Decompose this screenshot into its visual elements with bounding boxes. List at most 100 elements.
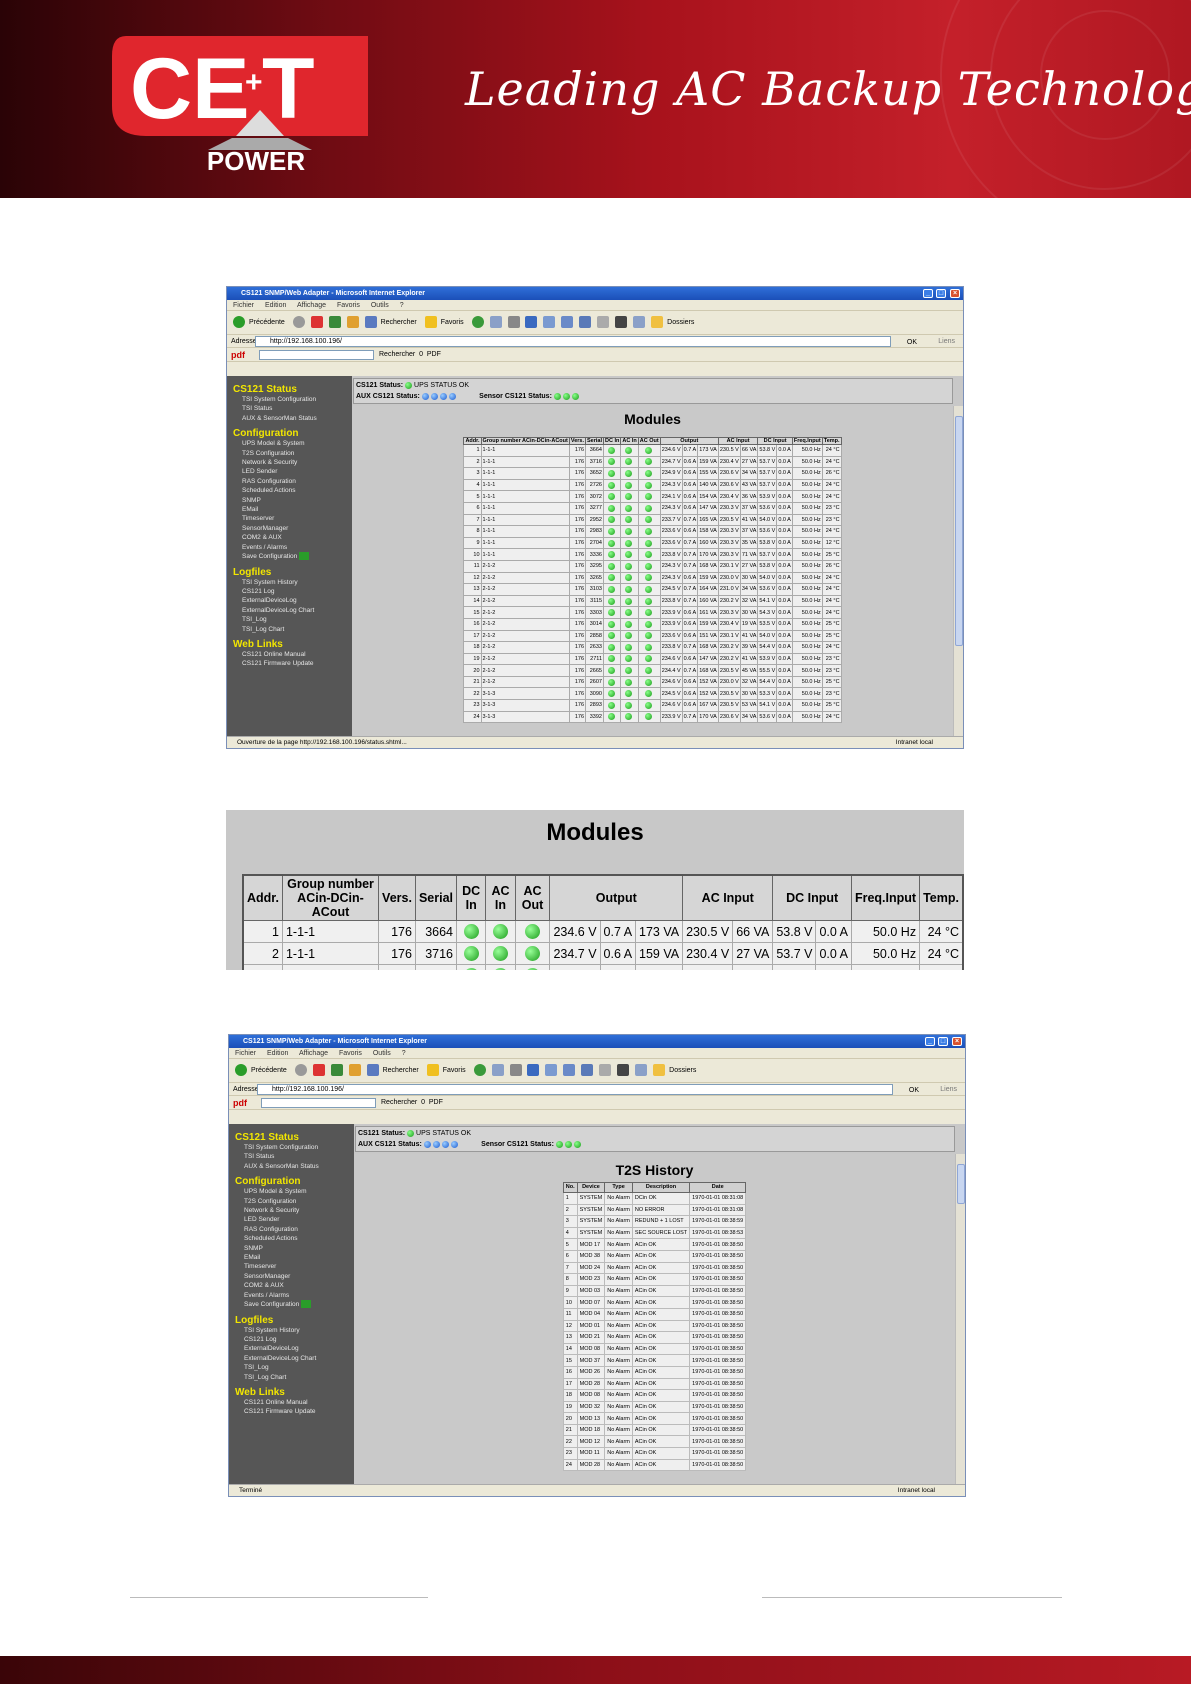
home-icon[interactable] — [348, 1064, 361, 1077]
scroll-thumb[interactable] — [957, 1164, 965, 1204]
menu-outils[interactable]: Outils — [373, 1050, 391, 1057]
sidebar-item-save[interactable]: Save Configuration — [229, 1300, 354, 1309]
cut-icon[interactable] — [615, 316, 628, 329]
sidebar-item[interactable]: T2S Configuration — [229, 1197, 354, 1206]
sidebar-item[interactable]: TSI_Log Chart — [227, 625, 352, 634]
stop-icon[interactable] — [310, 316, 323, 329]
home-icon[interactable] — [346, 316, 359, 329]
sidebar-item[interactable]: TSI System History — [229, 1326, 354, 1335]
history-icon[interactable] — [471, 316, 484, 329]
paste-icon[interactable] — [599, 1064, 612, 1077]
copy-icon[interactable] — [543, 316, 556, 329]
edit-icon[interactable] — [563, 1064, 576, 1077]
window-icon[interactable] — [633, 316, 646, 329]
pdf-search-button[interactable]: Rechercher — [379, 351, 415, 358]
sidebar-item[interactable]: TSI Status — [227, 404, 352, 413]
favorites-button[interactable]: Favoris — [443, 1067, 466, 1074]
pdf-search-button[interactable]: Rechercher — [381, 1099, 417, 1106]
search-icon[interactable] — [366, 1064, 379, 1077]
sidebar-item[interactable]: Timeserver — [229, 1262, 354, 1271]
close-button[interactable]: × — [950, 289, 960, 298]
address-input[interactable]: http://192.168.100.196/ — [257, 1084, 893, 1095]
links-button[interactable]: Liens — [940, 1083, 957, 1096]
sidebar-item[interactable]: Events / Alarms — [227, 543, 352, 552]
sidebar-item[interactable]: CS121 Firmware Update — [229, 1407, 354, 1416]
sidebar-item[interactable]: LED Sender — [227, 467, 352, 476]
favorites-icon[interactable] — [426, 1064, 439, 1077]
pdf-button[interactable]: PDF — [427, 351, 441, 358]
menu-edition[interactable]: Edition — [265, 302, 286, 309]
sidebar-item[interactable]: Network & Security — [229, 1206, 354, 1215]
sidebar-item[interactable]: TSI_Log Chart — [229, 1373, 354, 1382]
sidebar-item[interactable]: Timeserver — [227, 514, 352, 523]
print-icon[interactable] — [507, 316, 520, 329]
scroll-thumb[interactable] — [955, 416, 963, 646]
minimize-button[interactable]: _ — [923, 289, 933, 298]
print-icon[interactable] — [509, 1064, 522, 1077]
pdf-search-input[interactable] — [261, 1098, 376, 1108]
tool-icon[interactable] — [581, 1064, 594, 1077]
forward-icon[interactable] — [294, 1064, 307, 1077]
sidebar-item[interactable]: LED Sender — [229, 1215, 354, 1224]
sidebar-item[interactable]: CS121 Log — [227, 587, 352, 596]
favorites-button[interactable]: Favoris — [441, 319, 464, 326]
sidebar-item[interactable]: Network & Security — [227, 458, 352, 467]
back-icon[interactable] — [233, 316, 245, 329]
menu-fichier[interactable]: Fichier — [235, 1050, 256, 1057]
pdf-button[interactable]: PDF — [429, 1099, 443, 1106]
sidebar-item[interactable]: Events / Alarms — [229, 1291, 354, 1300]
sidebar-item[interactable]: SensorManager — [229, 1272, 354, 1281]
sidebar-item[interactable]: AUX & SensorMan Status — [229, 1162, 354, 1171]
sidebar-item[interactable]: SNMP — [227, 496, 352, 505]
refresh-icon[interactable] — [328, 316, 341, 329]
menu-affichage[interactable]: Affichage — [299, 1050, 328, 1057]
links-button[interactable]: Liens — [938, 335, 955, 348]
refresh-icon[interactable] — [330, 1064, 343, 1077]
favorites-icon[interactable] — [424, 316, 437, 329]
sidebar-item[interactable]: SensorManager — [227, 524, 352, 533]
pdf-search-input[interactable] — [259, 350, 374, 360]
save-icon[interactable] — [301, 1300, 312, 1309]
stop-icon[interactable] — [312, 1064, 325, 1077]
folders-button[interactable]: Dossiers — [669, 1067, 696, 1074]
sidebar-item[interactable]: UPS Model & System — [229, 1187, 354, 1196]
sidebar-item[interactable]: TSI Status — [229, 1152, 354, 1161]
search-button[interactable]: Rechercher — [383, 1067, 419, 1074]
window-icon[interactable] — [635, 1064, 648, 1077]
sidebar-item[interactable]: ExternalDeviceLog Chart — [227, 606, 352, 615]
sidebar-item[interactable]: CS121 Online Manual — [229, 1398, 354, 1407]
mail-icon[interactable] — [489, 316, 502, 329]
sidebar-item[interactable]: TSI System Configuration — [227, 395, 352, 404]
back-icon[interactable] — [235, 1064, 247, 1077]
sidebar-item[interactable]: RAS Configuration — [229, 1225, 354, 1234]
sidebar-item[interactable]: ExternalDeviceLog — [229, 1344, 354, 1353]
sidebar-item[interactable]: TSI_Log — [229, 1363, 354, 1372]
forward-icon[interactable] — [292, 316, 305, 329]
save-icon[interactable] — [299, 552, 310, 561]
sidebar-item[interactable]: CS121 Log — [229, 1335, 354, 1344]
sidebar-item[interactable]: SNMP — [229, 1244, 354, 1253]
folders-button[interactable]: Dossiers — [667, 319, 694, 326]
cut-icon[interactable] — [617, 1064, 630, 1077]
sidebar-item[interactable]: TSI_Log — [227, 615, 352, 624]
sidebar-item[interactable]: EMail — [227, 505, 352, 514]
sidebar-item[interactable]: Scheduled Actions — [229, 1234, 354, 1243]
back-button[interactable]: Précédente — [251, 1067, 287, 1074]
sidebar-item[interactable]: TSI System Configuration — [229, 1143, 354, 1152]
back-button[interactable]: Précédente — [249, 319, 285, 326]
sidebar-item[interactable]: COM2 & AUX — [227, 533, 352, 542]
menu-outils[interactable]: Outils — [371, 302, 389, 309]
folders-icon[interactable] — [651, 316, 664, 329]
sidebar-item[interactable]: ExternalDeviceLog Chart — [229, 1354, 354, 1363]
tool-icon[interactable] — [579, 316, 592, 329]
copy-icon[interactable] — [545, 1064, 558, 1077]
sidebar-item[interactable]: Scheduled Actions — [227, 486, 352, 495]
close-button[interactable]: × — [952, 1037, 962, 1046]
menu-help[interactable]: ? — [402, 1050, 406, 1057]
font-icon[interactable] — [527, 1064, 540, 1077]
sidebar-item-save[interactable]: Save Configuration — [227, 552, 352, 561]
sidebar-item[interactable]: COM2 & AUX — [229, 1281, 354, 1290]
sidebar-item[interactable]: T2S Configuration — [227, 449, 352, 458]
folders-icon[interactable] — [653, 1064, 666, 1077]
menu-edition[interactable]: Edition — [267, 1050, 288, 1057]
